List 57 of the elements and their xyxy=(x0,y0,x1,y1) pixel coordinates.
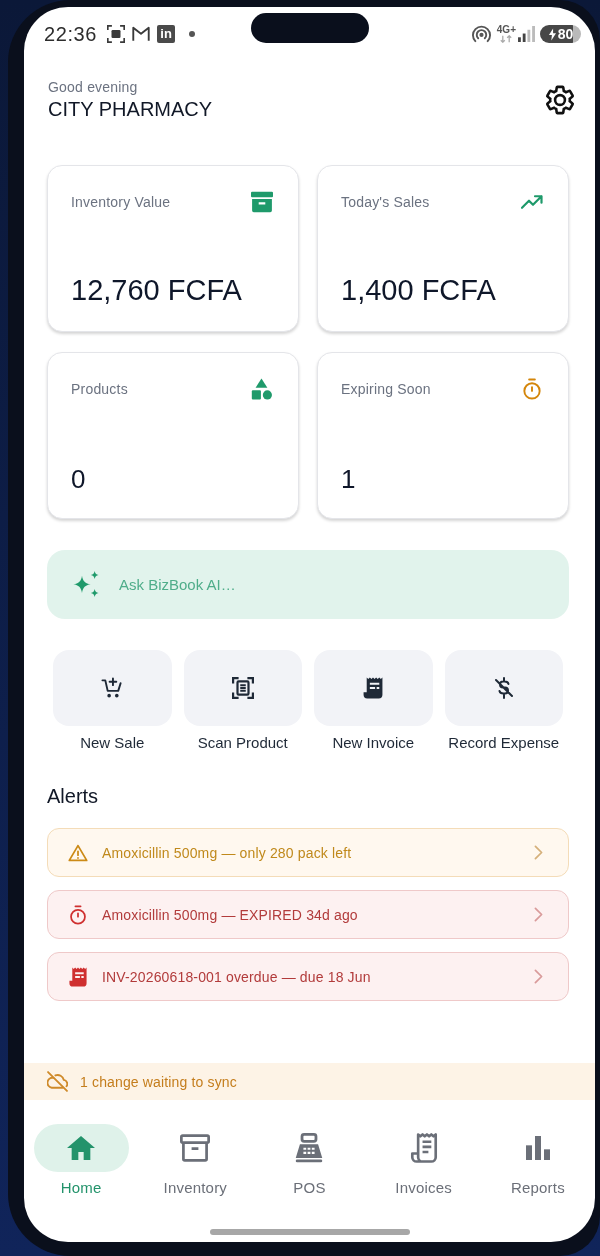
stat-label: Expiring Soon xyxy=(341,380,431,398)
quick-action-label: New Invoice xyxy=(332,734,415,752)
chevron-right-icon xyxy=(534,969,543,984)
stat-value: 0 xyxy=(71,463,87,495)
nav-tab[interactable]: POS xyxy=(262,1124,357,1197)
network-type-label: 4G+ xyxy=(496,25,516,35)
cart-plus-icon xyxy=(101,677,124,699)
chevron-right-icon xyxy=(534,845,543,860)
business-name: CITY PHARMACY xyxy=(48,97,213,122)
alert-item[interactable]: Amoxicillin 500mg — EXPIRED 34d ago xyxy=(47,890,569,939)
mail-icon xyxy=(132,25,151,43)
nav-tab[interactable]: Reports xyxy=(490,1124,586,1197)
section-heading: Alerts xyxy=(47,784,100,808)
signal-icon xyxy=(518,26,535,42)
stat-label: Products xyxy=(71,380,128,398)
cloud-off-icon xyxy=(47,1071,68,1092)
quick-action-button[interactable] xyxy=(314,650,433,726)
receipt-icon xyxy=(408,1133,439,1163)
quick-action-label: New Sale xyxy=(80,734,145,752)
receipt-icon xyxy=(362,677,385,699)
nav-tab[interactable]: Invoices xyxy=(376,1124,472,1197)
quick-action-label: Scan Product xyxy=(197,734,288,752)
notification-badge: in xyxy=(157,25,176,43)
stat-label: Inventory Value xyxy=(71,193,171,211)
alert-item[interactable]: Amoxicillin 500mg — only 280 pack left xyxy=(47,828,569,877)
hotspot-icon xyxy=(471,25,491,43)
bar-chart-icon xyxy=(525,1136,550,1160)
stat-value: 1,400 FCFA xyxy=(341,273,497,308)
nav-tab[interactable]: Inventory xyxy=(147,1124,243,1197)
receipt-icon xyxy=(68,966,88,987)
sync-status-text: 1 change waiting to sync xyxy=(80,1073,237,1090)
data-arrows-icon xyxy=(500,35,513,43)
home-icon xyxy=(67,1134,96,1162)
warning-icon xyxy=(68,842,88,863)
stat-value: 12,760 FCFA xyxy=(71,273,243,308)
quick-action-label: Record Expense xyxy=(448,734,560,752)
archive-box-icon xyxy=(251,191,273,213)
cash-register-icon xyxy=(294,1133,325,1163)
archive-box-icon xyxy=(180,1133,211,1163)
alert-item[interactable]: INV-20260618-001 overdue — due 18 Jun xyxy=(47,952,569,1001)
stat-label: Today's Sales xyxy=(341,193,430,211)
sparkles-icon xyxy=(73,571,99,597)
ask-ai-field[interactable]: Ask BizBook AI… xyxy=(47,550,569,619)
shapes-icon xyxy=(251,378,273,400)
chevron-right-icon xyxy=(534,907,543,922)
stopwatch-icon xyxy=(68,904,88,925)
clock-time: 22:36 xyxy=(44,22,98,46)
stat-value: 1 xyxy=(341,463,357,495)
dollar-off-icon xyxy=(492,677,515,699)
nav-tab[interactable]: Home xyxy=(33,1124,129,1197)
stopwatch-icon xyxy=(521,378,543,400)
battery-percentage: 80 xyxy=(557,25,574,43)
notification-dot-icon xyxy=(189,31,196,37)
settings-icon[interactable] xyxy=(545,85,575,115)
screenshot-icon xyxy=(107,25,126,43)
greeting-text: Good evening xyxy=(48,78,139,96)
document-scan-icon xyxy=(231,677,254,699)
